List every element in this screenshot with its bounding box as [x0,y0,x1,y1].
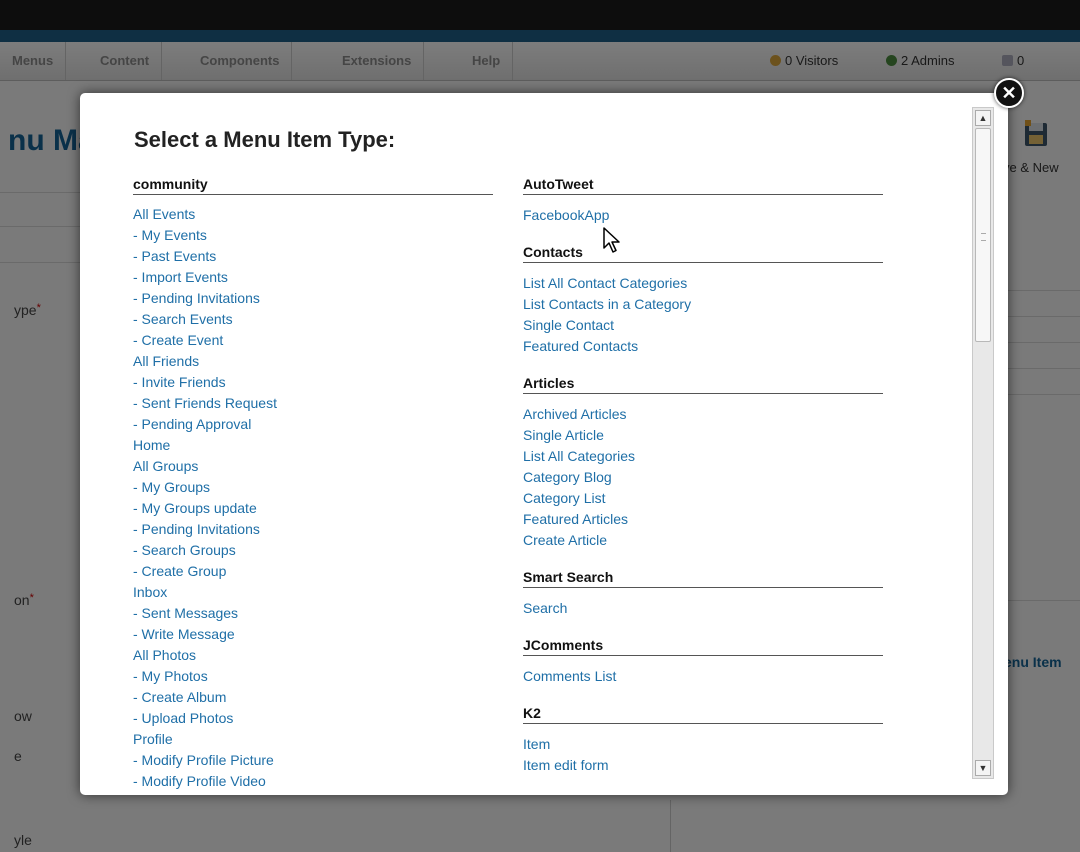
group-heading: community [133,175,493,195]
menu-type-link[interactable]: - Modify Profile Video [133,771,493,792]
menu-type-link[interactable]: - Modify Profile Picture [133,750,493,771]
group-heading: JComments [523,636,883,656]
menu-type-link[interactable]: Single Contact [523,315,883,336]
group-heading: Articles [523,374,883,394]
mouse-cursor-icon [603,227,620,253]
menu-type-list: Item Item edit form [523,734,883,776]
menu-type-link[interactable]: All Friends [133,351,493,372]
scroll-up-arrow[interactable]: ▲ [975,110,991,126]
menu-type-link[interactable]: Featured Articles [523,509,883,530]
scroll-grip [981,233,986,241]
menu-type-link[interactable]: Item [523,734,883,755]
menu-type-link[interactable]: Archived Articles [523,404,883,425]
menu-type-link[interactable]: - My Groups update [133,498,493,519]
menu-type-link[interactable]: Create Article [523,530,883,551]
menu-type-link[interactable]: - Create Group [133,561,493,582]
menu-type-list: List All Contact Categories List Contacts… [523,273,883,357]
menu-type-link[interactable]: - Pending Approval [133,414,493,435]
left-column: community All Events - My Events - Past Eve… [133,175,493,792]
menu-type-link[interactable]: All Groups [133,456,493,477]
menu-type-link[interactable]: List All Contact Categories [523,273,883,294]
menu-type-list: All Events - My Events - Past Events - Impo… [133,204,493,792]
close-icon[interactable]: ✕ [994,78,1024,108]
menu-type-link[interactable]: - Sent Messages [133,603,493,624]
menu-type-list: Comments List [523,666,883,687]
menu-type-link[interactable]: - Import Events [133,267,493,288]
menu-type-link[interactable]: - Sent Friends Request [133,393,493,414]
menu-type-link[interactable]: - Create Album [133,687,493,708]
menu-type-link[interactable]: List All Categories [523,446,883,467]
menu-type-link[interactable]: Featured Contacts [523,336,883,357]
menu-type-link[interactable]: Single Article [523,425,883,446]
menu-type-link[interactable]: Item edit form [523,755,883,776]
menu-type-link[interactable]: Category Blog [523,467,883,488]
modal-scrollbar[interactable]: ▲ ▼ [972,107,994,779]
scroll-down-arrow[interactable]: ▼ [975,760,991,776]
menu-type-link[interactable]: - Upload Photos [133,708,493,729]
group-heading: AutoTweet [523,175,883,195]
menu-type-link[interactable]: - My Groups [133,477,493,498]
menu-type-link[interactable]: - Past Events [133,246,493,267]
right-column: AutoTweet FacebookApp Contacts List All Con… [523,175,883,793]
group-heading: K2 [523,704,883,724]
menu-item-type-modal: Select a Menu Item Type: community All Ev… [80,93,1008,795]
menu-type-link[interactable]: - Search Events [133,309,493,330]
menu-type-link[interactable]: - Invite Friends [133,372,493,393]
group-heading: Contacts [523,243,883,263]
menu-type-link[interactable]: - Pending Invitations [133,519,493,540]
menu-type-link[interactable]: All Events [133,204,493,225]
menu-type-link[interactable]: - Pending Invitations [133,288,493,309]
menu-type-link[interactable]: Search [523,598,883,619]
menu-type-link[interactable]: List Contacts in a Category [523,294,883,315]
menu-type-link[interactable]: - Create Event [133,330,493,351]
menu-type-link[interactable]: Comments List [523,666,883,687]
menu-type-link[interactable]: Home [133,435,493,456]
menu-type-list: Search [523,598,883,619]
menu-type-link[interactable]: Inbox [133,582,493,603]
menu-type-link[interactable]: All Photos [133,645,493,666]
menu-type-link[interactable]: - My Photos [133,666,493,687]
menu-type-link[interactable]: - My Events [133,225,493,246]
modal-title: Select a Menu Item Type: [134,127,396,152]
group-heading: Smart Search [523,568,883,588]
menu-type-link[interactable]: Category List [523,488,883,509]
menu-type-list: FacebookApp [523,205,883,226]
menu-type-link[interactable]: Profile [133,729,493,750]
menu-type-list: Archived Articles Single Article List All … [523,404,883,551]
scroll-thumb[interactable] [975,128,991,342]
menu-type-link[interactable]: - Search Groups [133,540,493,561]
menu-type-link[interactable]: FacebookApp [523,205,883,226]
menu-type-link[interactable]: - Write Message [133,624,493,645]
